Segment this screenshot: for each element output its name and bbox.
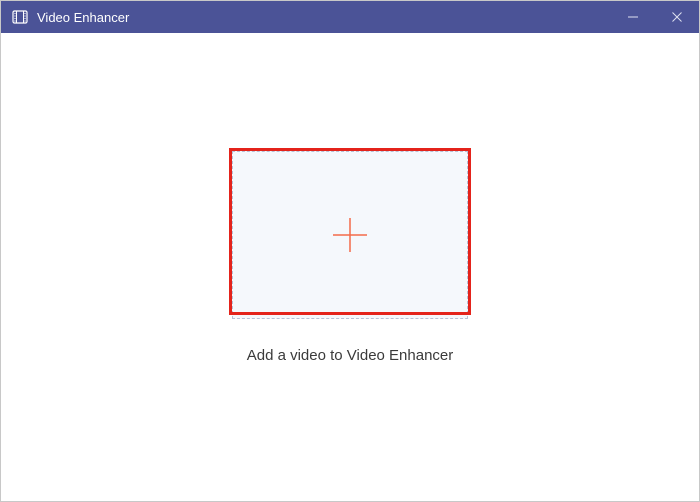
app-icon	[11, 8, 29, 26]
window-controls	[611, 1, 699, 33]
main-content: Add a video to Video Enhancer	[1, 33, 699, 501]
app-title: Video Enhancer	[37, 10, 129, 25]
minimize-button[interactable]	[611, 1, 655, 33]
instruction-text: Add a video to Video Enhancer	[247, 347, 454, 364]
plus-icon	[330, 215, 370, 255]
close-button[interactable]	[655, 1, 699, 33]
titlebar: Video Enhancer	[1, 1, 699, 33]
dropzone-container	[232, 151, 468, 319]
add-video-dropzone[interactable]	[232, 151, 468, 319]
